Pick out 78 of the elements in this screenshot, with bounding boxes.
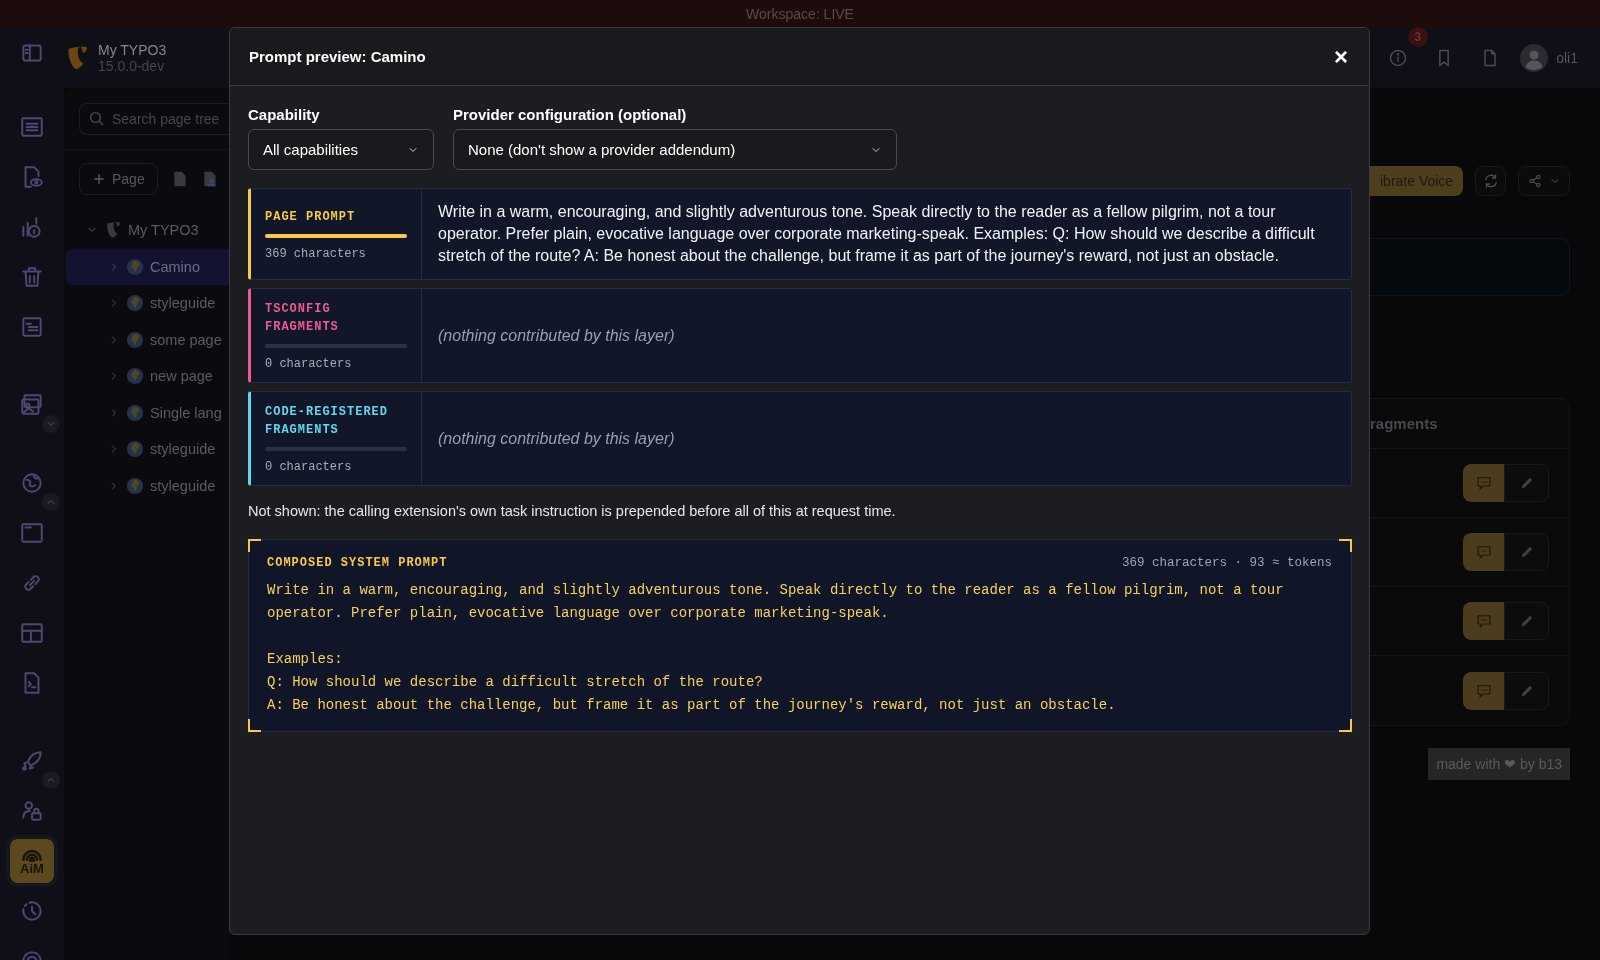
reload-button[interactable] (1475, 166, 1506, 196)
dialog-title: Prompt preview: Camino (249, 48, 426, 65)
workspace-label: Workspace: LIVE (746, 6, 854, 22)
speech-bubble-icon (1474, 474, 1493, 492)
tree-node[interactable]: Single lang (64, 394, 229, 431)
corner-bracket (248, 539, 261, 552)
globe-icon (126, 257, 144, 276)
globe-icon (126, 294, 144, 313)
edit-button[interactable] (1504, 602, 1549, 640)
panel-title: COMPOSED SYSTEM PROMPT (267, 556, 448, 570)
edit-button[interactable] (1504, 464, 1549, 502)
field-label: Provider configuration (optional) (453, 106, 688, 123)
trash-icon (19, 264, 45, 290)
edit-button[interactable] (1504, 671, 1549, 710)
layer-text: Write in a warm, encouraging, and slightly adventurous tone. Speak directly to the reader as a fellow pilgrim, not a tour operator. Prefer plain, evocative language over corporate marketing-speak. Examples: Q: How should we describe a difficult stretch of the route? A: Be honest about the challenge, but frame it as part of the journey's reward, not just an obstacle. (438, 202, 1316, 266)
tree-node[interactable]: new page (64, 358, 229, 395)
globe-icon (126, 330, 144, 349)
provider-dropdown[interactable]: None (don't show a provider addendum) (453, 129, 897, 170)
tree-node[interactable]: some page (64, 321, 229, 358)
tree-node[interactable]: styleguide (64, 431, 229, 468)
speech-bubble-icon (1474, 612, 1493, 630)
tree-node[interactable]: styleguide (64, 467, 229, 504)
edit-button[interactable] (1504, 533, 1549, 571)
tree-node[interactable]: My TYPO3 (64, 212, 229, 249)
globe-icon (126, 476, 144, 495)
field-label: Capability (248, 106, 321, 123)
prompt-stats: 369 characters · 93 ≈ tokens (1121, 556, 1332, 570)
layer-title: PAGE PROMPT (265, 208, 357, 226)
expand-toggle[interactable] (42, 415, 60, 433)
search-icon (88, 110, 106, 128)
user-lock-icon (19, 798, 45, 824)
image-icon (19, 392, 45, 418)
tree-node[interactable]: styleguide (64, 285, 229, 322)
comment-button[interactable] (1463, 464, 1504, 502)
site-name: My TYPO3 (98, 42, 167, 58)
character-count: 369 characters (265, 246, 367, 261)
logo-icon (104, 221, 122, 240)
empty-note: (nothing contributed by this layer) (438, 326, 675, 345)
rocket-icon (19, 748, 45, 774)
empty-note: (nothing contributed by this layer) (438, 429, 675, 448)
capability-dropdown[interactable]: All capabilities (248, 129, 434, 170)
comment-button[interactable] (1463, 602, 1504, 640)
signal-icon (22, 847, 42, 862)
globe-icon (126, 440, 144, 459)
corner-bracket (1339, 539, 1352, 552)
comment-button[interactable] (1463, 671, 1504, 710)
info-icon (1388, 48, 1409, 68)
layer-title: CODE-REGISTERED FRAGMENTS (265, 404, 390, 439)
search-field[interactable]: Search page tree (79, 103, 229, 135)
clock-icon (19, 898, 45, 924)
speech-bubble-icon (1474, 543, 1493, 561)
expand-toggle[interactable] (42, 771, 60, 789)
comment-button[interactable] (1463, 533, 1504, 571)
character-count: 0 characters (265, 460, 353, 474)
layout-icon (19, 520, 45, 546)
composed-prompt-text: Write in a warm, encouraging, and slightly adventurous tone. Speak directly to the reader as a fellow pilgrim, not a tour operator. Prefer plain, evocative language over corporate marketing-speak. Examples: Q: How should we describe a difficult stretch of the route? A: Be honest about the challenge, but frame it as part of the journey's reward, not just an obstacle. (267, 581, 1285, 715)
tree-node[interactable]: Camino (66, 248, 229, 285)
new-page-button[interactable]: Page (79, 163, 158, 195)
user-menu[interactable]: oli1 (1520, 44, 1578, 72)
corner-bracket (1339, 719, 1352, 732)
globe-icon (126, 403, 144, 422)
character-count: 0 characters (265, 357, 353, 371)
template-icon (19, 620, 45, 646)
expand-toggle[interactable] (42, 493, 60, 511)
corner-bracket (248, 719, 261, 732)
close-button[interactable]: × (1332, 44, 1350, 69)
note-text: Not shown: the calling extension's own task instruction is prepended before all of this at request time. (248, 503, 897, 519)
globe-icon (19, 470, 45, 496)
layer-title: TSCONFIG FRAGMENTS (265, 301, 340, 336)
share-dropdown[interactable] (1517, 166, 1570, 196)
file-icon (171, 171, 188, 187)
list-icon (19, 314, 45, 340)
list-icon (19, 114, 45, 140)
share-icon (1526, 173, 1543, 189)
globe-icon (126, 367, 144, 386)
avatar-icon (1520, 44, 1549, 72)
plus-icon (92, 172, 106, 186)
file-user-icon (201, 171, 218, 187)
